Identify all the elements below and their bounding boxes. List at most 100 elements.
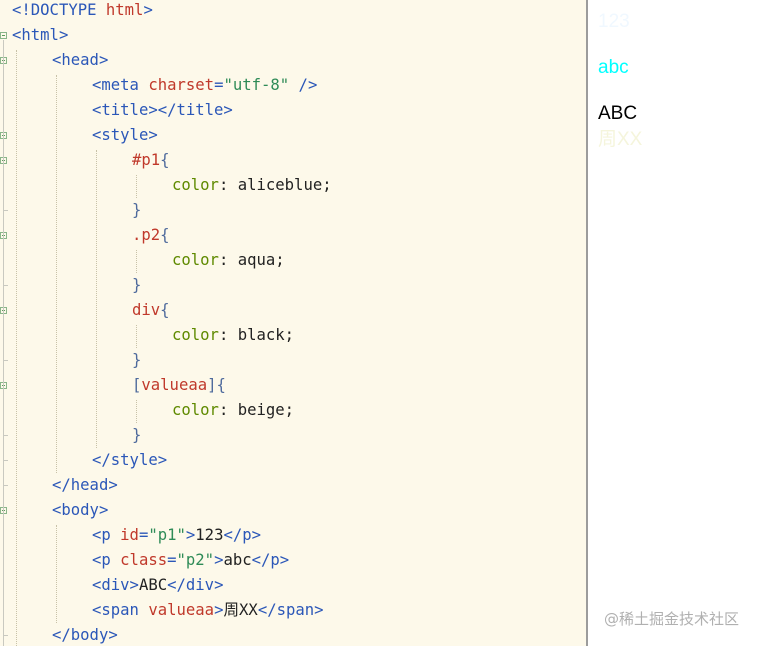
code-line: } — [132, 198, 141, 223]
code-token: = — [138, 526, 149, 544]
code-token: </p> — [223, 526, 262, 544]
code-token: } — [132, 201, 142, 219]
code-token: id — [120, 526, 139, 544]
code-editor[interactable]: <!DOCTYPE html> <html> <head> <meta charset… — [0, 0, 586, 646]
code-token: : aqua; — [218, 251, 285, 269]
code-line: } — [132, 273, 141, 298]
indent-guide — [136, 400, 137, 423]
code-line: <p id="p1">123</p> — [92, 523, 261, 548]
code-token: = — [167, 551, 177, 569]
code-line: <meta charset="utf-8" /> — [92, 73, 317, 98]
indent-guide — [136, 175, 137, 198]
code-line: [valueaa]{ — [132, 373, 226, 398]
code-line: #p1{ — [132, 148, 170, 173]
code-token: valueaa — [141, 376, 208, 394]
code-token: { — [160, 226, 170, 244]
preview-pane: 123 abc ABC 周XX @稀土掘金技术社区 — [588, 0, 757, 646]
code-token: color — [172, 326, 219, 344]
code-line: </body> — [52, 623, 118, 646]
code-token: { — [160, 301, 170, 319]
code-token: div — [132, 301, 161, 319]
code-token: </div> — [167, 576, 224, 594]
code-token: <title></title> — [92, 101, 233, 119]
code-token: html — [105, 1, 144, 19]
code-token: abc — [223, 551, 252, 569]
code-token: <!DOCTYPE — [12, 1, 106, 19]
indent-guide — [56, 75, 57, 473]
code-line: div{ — [132, 298, 170, 323]
code-line: <span valueaa>周XX</span> — [92, 598, 324, 623]
code-line: color: aqua; — [172, 248, 285, 273]
code-line: <div>ABC</div> — [92, 573, 223, 598]
code-token: [ — [132, 376, 142, 394]
indent-guide — [56, 525, 57, 623]
code-token: </head> — [52, 476, 118, 494]
code-line: </style> — [92, 448, 167, 473]
code-token: > — [143, 1, 153, 19]
code-token: </p> — [251, 551, 290, 569]
code-token: : beige; — [218, 401, 295, 419]
code-token: <p — [92, 526, 121, 544]
code-token: <html> — [12, 26, 69, 44]
fold-toggle-icon[interactable] — [0, 32, 7, 39]
code-token: <body> — [52, 501, 109, 519]
code-token: : aliceblue; — [218, 176, 332, 194]
code-token: #p1 — [132, 151, 161, 169]
code-token: /> — [289, 76, 318, 94]
code-line: <style> — [92, 123, 158, 148]
fold-line — [3, 40, 4, 646]
code-token: ABC — [138, 576, 168, 594]
code-token: "utf-8" — [223, 76, 290, 94]
code-token: ]{ — [207, 376, 226, 394]
code-token: } — [132, 426, 142, 444]
indent-guide — [136, 250, 137, 273]
code-line: <title></title> — [92, 98, 233, 123]
code-token: .p2 — [132, 226, 161, 244]
code-token: </span> — [257, 601, 324, 619]
code-token: "p2" — [176, 551, 215, 569]
code-line: <body> — [52, 498, 108, 523]
code-line: } — [132, 423, 141, 448]
code-line: color: aliceblue; — [172, 173, 332, 198]
code-line: <!DOCTYPE html> — [12, 0, 153, 23]
code-line: <html> — [12, 23, 68, 48]
preview-div: ABC — [598, 103, 638, 124]
code-token: <style> — [92, 126, 158, 144]
code-token: <p — [92, 551, 121, 569]
code-token: color — [172, 176, 219, 194]
code-token: } — [132, 351, 142, 369]
code-token: class — [120, 551, 168, 569]
code-line: } — [132, 348, 141, 373]
code-token: <span — [92, 601, 149, 619]
code-token: 123 — [195, 526, 224, 544]
code-line: <head> — [52, 48, 108, 73]
code-token: : black; — [218, 326, 295, 344]
indent-guide — [16, 50, 17, 646]
preview-span: 周XX — [598, 129, 643, 150]
code-line: .p2{ — [132, 223, 170, 248]
code-token: <head> — [52, 51, 109, 69]
code-token: <div> — [92, 576, 139, 594]
code-token: <meta — [92, 76, 149, 94]
code-token: valueaa — [148, 601, 215, 619]
code-line: </head> — [52, 473, 118, 498]
fold-gutter — [0, 0, 12, 646]
code-token: > — [185, 526, 196, 544]
indent-guide — [96, 150, 97, 448]
indent-guide — [136, 325, 137, 348]
code-token: "p1" — [148, 526, 186, 544]
code-token: color — [172, 401, 219, 419]
code-token: color — [172, 251, 219, 269]
code-token: </style> — [92, 451, 168, 469]
code-line: color: beige; — [172, 398, 294, 423]
code-token: </body> — [52, 626, 118, 644]
watermark: @稀土掘金技术社区 — [603, 610, 739, 628]
preview-p2: abc — [598, 57, 629, 78]
code-line: <p class="p2">abc</p> — [92, 548, 289, 573]
code-token: } — [132, 276, 142, 294]
code-line: color: black; — [172, 323, 294, 348]
preview-p1: 123 — [598, 11, 630, 32]
code-token: { — [160, 151, 170, 169]
code-token: 周XX — [223, 601, 258, 619]
code-token: charset — [148, 76, 215, 94]
